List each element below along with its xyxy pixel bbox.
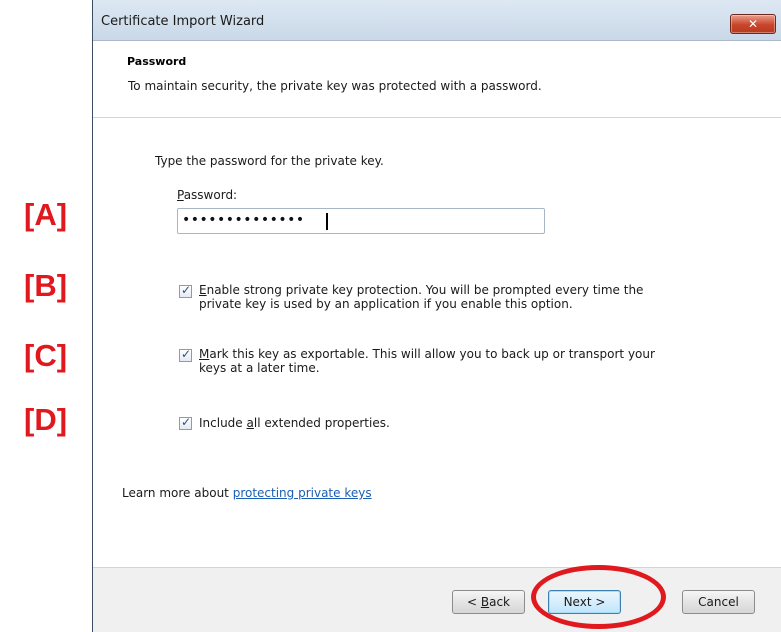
marker-a: [A] <box>24 197 68 232</box>
strong-protection-label[interactable]: Enable strong private key protection. Yo… <box>199 283 643 311</box>
marker-b: [B] <box>24 268 68 303</box>
wizard-window: Certificate Import Wizard ✕ Password To … <box>92 0 781 632</box>
title-bar[interactable]: Certificate Import Wizard ✕ <box>93 0 781 41</box>
exportable-label[interactable]: Mark this key as exportable. This will a… <box>199 347 655 375</box>
header-divider <box>93 117 781 118</box>
learn-more-text: Learn more about protecting private keys <box>122 486 372 500</box>
button-bar: < Back Next > Cancel <box>93 568 781 632</box>
exportable-checkbox[interactable] <box>179 347 192 362</box>
window-title: Certificate Import Wizard <box>101 14 265 29</box>
protecting-keys-link[interactable]: protecting private keys <box>233 486 372 500</box>
instruction-text: Type the password for the private key. <box>155 154 384 168</box>
highlight-circle <box>531 565 666 629</box>
close-icon: ✕ <box>747 17 759 31</box>
page-title: Password <box>127 55 187 68</box>
close-button[interactable]: ✕ <box>730 14 776 34</box>
page-subtitle: To maintain security, the private key wa… <box>128 79 542 93</box>
extended-properties-checkbox[interactable] <box>179 415 192 430</box>
marker-c: [C] <box>24 338 68 373</box>
text-caret <box>326 213 328 230</box>
password-label: Password: <box>177 188 238 202</box>
cancel-button[interactable]: Cancel <box>682 590 755 614</box>
wizard-header: Password To maintain security, the priva… <box>93 41 781 117</box>
password-value: •••••••••••••• <box>182 212 305 228</box>
back-button[interactable]: < Back <box>452 590 525 614</box>
password-input[interactable]: •••••••••••••• <box>177 208 545 234</box>
strong-protection-checkbox[interactable] <box>179 283 192 298</box>
marker-d: [D] <box>24 402 68 437</box>
extended-properties-label[interactable]: Include all extended properties. <box>199 416 390 430</box>
